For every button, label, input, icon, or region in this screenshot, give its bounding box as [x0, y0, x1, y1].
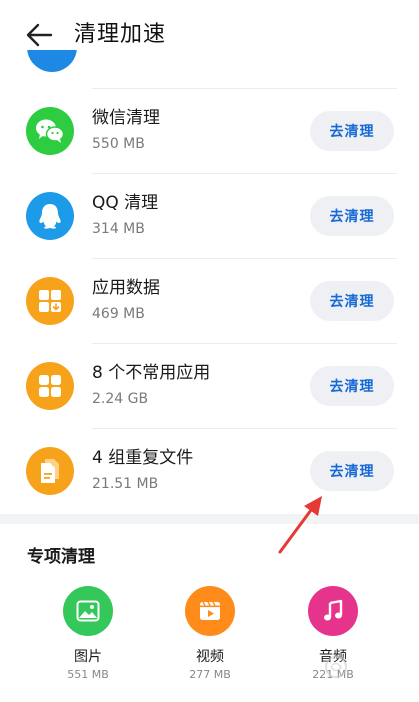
- item-size: 314 MB: [92, 221, 145, 237]
- annotation-arrow: [278, 496, 322, 554]
- app-data-icon: [26, 277, 74, 325]
- clean-button-qq[interactable]: 去清理: [310, 196, 394, 236]
- item-size: 469 MB: [92, 306, 145, 322]
- special-item-videos[interactable]: 视频 277 MB: [165, 586, 255, 686]
- list-item-wechat: 微信清理 550 MB 去清理: [0, 89, 419, 174]
- clean-button-app-data[interactable]: 去清理: [310, 281, 394, 321]
- list-item-uncommon-apps: 8 个不常用应用 2.24 GB 去清理: [0, 344, 419, 429]
- section-separator: [0, 514, 419, 524]
- special-label: 视频: [196, 649, 224, 665]
- apps-grid-icon: [26, 362, 74, 410]
- special-item-images[interactable]: 图片 551 MB: [43, 586, 133, 686]
- special-size: 551 MB: [67, 668, 109, 681]
- video-icon: [185, 586, 235, 636]
- partial-item-icon: [27, 50, 77, 72]
- item-title: 应用数据: [92, 278, 160, 298]
- special-label: 图片: [74, 649, 102, 665]
- watermark-logo: [325, 656, 347, 678]
- item-title: 微信清理: [92, 108, 160, 128]
- qq-penguin-icon: [26, 192, 74, 240]
- wechat-icon: [26, 107, 74, 155]
- clean-button-uncommon-apps[interactable]: 去清理: [310, 366, 394, 406]
- item-title: 8 个不常用应用: [92, 363, 211, 383]
- duplicate-files-icon: [26, 447, 74, 495]
- back-arrow-icon[interactable]: [22, 20, 56, 50]
- list-item-duplicate-files: 4 组重复文件 21.51 MB 去清理: [0, 429, 419, 514]
- clean-button-wechat[interactable]: 去清理: [310, 111, 394, 151]
- item-size: 2.24 GB: [92, 391, 149, 407]
- list-item-app-data: 应用数据 469 MB 去清理: [0, 259, 419, 344]
- image-icon: [63, 586, 113, 636]
- list-item-qq: QQ 清理 314 MB 去清理: [0, 174, 419, 259]
- clean-button-duplicate-files[interactable]: 去清理: [310, 451, 394, 491]
- item-title: 4 组重复文件: [92, 448, 194, 468]
- music-icon: [308, 586, 358, 636]
- item-title: QQ 清理: [92, 193, 159, 213]
- cleanup-screen: 清理加速 微信清理 550 MB 去清理 QQ 清理 314 MB 去清理 应用…: [0, 0, 419, 702]
- item-size: 21.51 MB: [92, 476, 159, 492]
- special-size: 277 MB: [189, 668, 231, 681]
- item-size: 550 MB: [92, 136, 145, 152]
- section-title: 专项清理: [27, 547, 95, 567]
- page-title: 清理加速: [74, 22, 167, 47]
